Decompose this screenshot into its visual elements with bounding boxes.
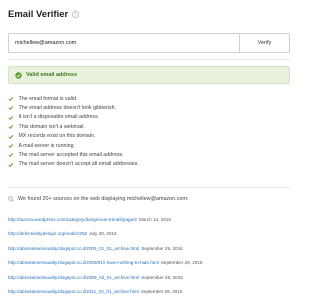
status-badge: Valid email address [8,66,290,84]
check-label: It isn't a disposable email address. [18,114,100,121]
list-item: The email address doesn't look gibberish… [8,103,139,112]
source-date: September 29, 2016 [140,289,183,295]
divider [8,187,290,188]
list-item: A mail server is running. [8,141,139,150]
header: Email Verifier ? [8,9,80,20]
list-item: The mail server doesn't accept all email… [8,160,139,169]
source-date: July 28, 2015 [89,231,117,237]
question-circle-icon[interactable]: ? [72,11,80,18]
sources-summary: We found 20+ sources on the web displayi… [8,196,188,202]
sources-list: http://tuecsa.wordpress.com/category/dan… [8,212,202,299]
source-date: September 29, 2016 [141,274,183,280]
checkmark-icon [8,96,14,101]
list-item: http://absolutesensuality.blogspot.co.il… [8,270,202,285]
check-label: The email format is valid. [18,95,78,102]
checkmark-icon [8,143,14,148]
source-date: September 29, 2016 [160,260,203,266]
divider [8,59,290,60]
list-item: It isn't a disposable email address. [8,113,139,122]
checkmark-icon [8,153,14,158]
list-item: The mail server accepted this email addr… [8,150,139,159]
search-icon [8,196,14,202]
check-label: MX records exist on this domain. [18,133,96,140]
list-item: http://absolutesensuality.blogspot.co.il… [8,256,202,271]
checkmark-icon [8,162,14,167]
verify-button[interactable]: Verify [240,33,290,53]
source-link[interactable]: http://absolutesensuality.blogspot.co.il… [8,289,139,294]
source-link[interactable]: http://absolutesensuality.blogspot.co.il… [8,246,139,251]
check-label: The mail server accepted this email addr… [18,152,124,159]
list-item: http://tuecsa.wordpress.com/category/dan… [8,212,202,227]
source-date: March 14, 2016 [138,216,171,222]
check-label: A mail server is running. [18,142,76,149]
source-date: September 29, 2016 [141,245,183,251]
check-label: The email address doesn't look gibberish… [18,105,117,112]
list-item: http://absolutesensuality.blogspot.co.il… [8,285,202,300]
checkmark-icon [8,106,14,111]
list-item: The email format is valid. [8,94,139,103]
verify-form: Verify [8,33,290,53]
checkmark-icon [8,134,14,139]
checkmark-icon [8,125,14,130]
checkmark-icon [8,115,14,120]
source-link[interactable]: http://absolutesensuality.blogspot.co.il… [8,275,139,280]
list-item: MX records exist on this domain. [8,132,139,141]
page-title: Email Verifier [8,9,69,20]
sources-summary-text: We found 20+ sources on the web displayi… [18,196,189,202]
source-link[interactable]: http://tuecsa.wordpress.com/category/dan… [8,217,137,222]
list-item: This domain isn't a webmail. [8,122,139,131]
check-label: The mail server doesn't accept all email… [18,161,139,168]
source-link[interactable]: http://absolutesensuality.blogspot.co.il… [8,260,159,265]
svg-text:?: ? [75,12,78,17]
email-input[interactable] [8,33,240,53]
check-circle-icon [15,71,22,79]
list-item: http://absolutesensuality.blogspot.co.il… [8,241,202,256]
list-item: http://defectivebydesign.org/node/2250 J… [8,227,202,242]
source-link[interactable]: http://defectivebydesign.org/node/2250 [8,231,87,236]
check-list: The email format is valid. The email add… [8,94,139,169]
check-label: This domain isn't a webmail. [18,123,85,130]
status-text: Valid email address [26,72,78,78]
